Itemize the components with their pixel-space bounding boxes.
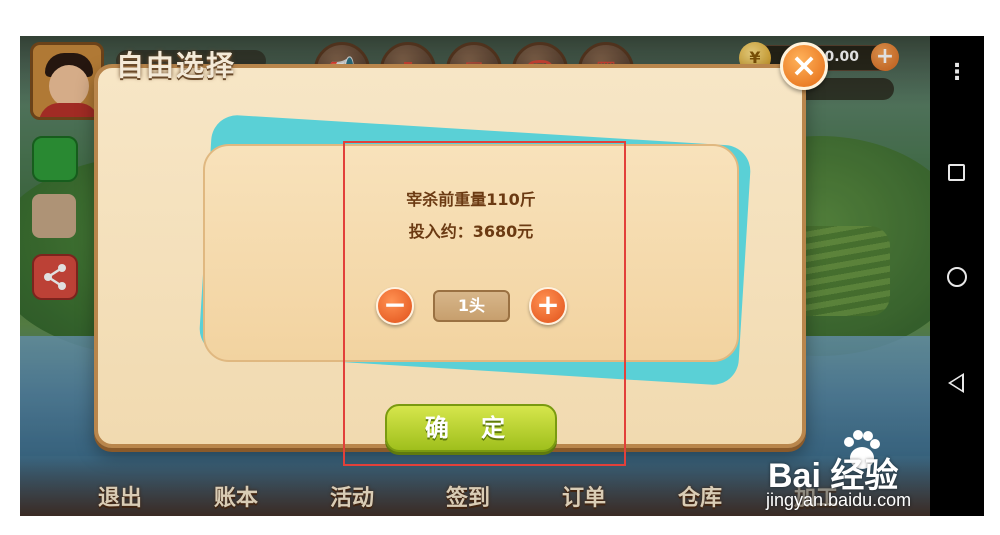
close-button[interactable]: × xyxy=(780,42,828,90)
home-icon[interactable] xyxy=(947,267,967,287)
dialog-title: 自由选择 xyxy=(116,49,237,82)
annotation-highlight-box xyxy=(343,141,626,466)
android-nav-bar: ⋮ xyxy=(930,36,984,516)
watermark-url: jingyan.baidu.com xyxy=(766,490,912,510)
more-options-icon[interactable]: ⋮ xyxy=(930,60,984,85)
recent-apps-icon[interactable] xyxy=(948,164,965,181)
back-icon-inner xyxy=(951,376,962,390)
